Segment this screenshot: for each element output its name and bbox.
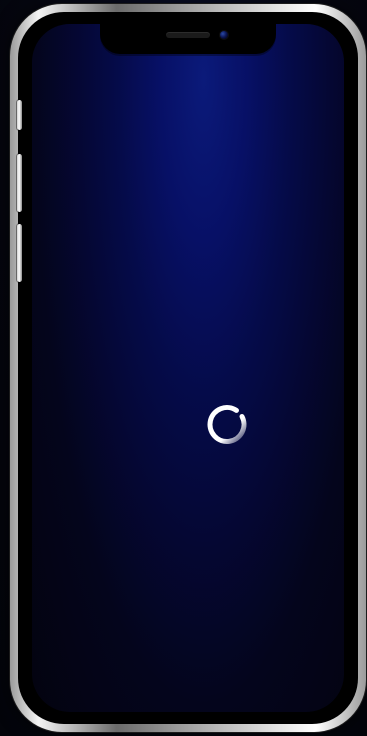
stage <box>0 0 367 736</box>
front-camera-icon <box>220 31 228 39</box>
volume-down-button[interactable] <box>17 224 22 282</box>
phone-device <box>10 4 366 732</box>
phone-screen <box>32 24 344 712</box>
phone-notch <box>100 24 276 54</box>
earpiece-speaker-icon <box>166 32 210 38</box>
loading-spinner-icon <box>207 405 247 444</box>
mute-switch[interactable] <box>17 100 22 130</box>
spinner-arc <box>207 405 247 444</box>
volume-up-button[interactable] <box>17 154 22 212</box>
phone-bezel <box>18 12 358 724</box>
